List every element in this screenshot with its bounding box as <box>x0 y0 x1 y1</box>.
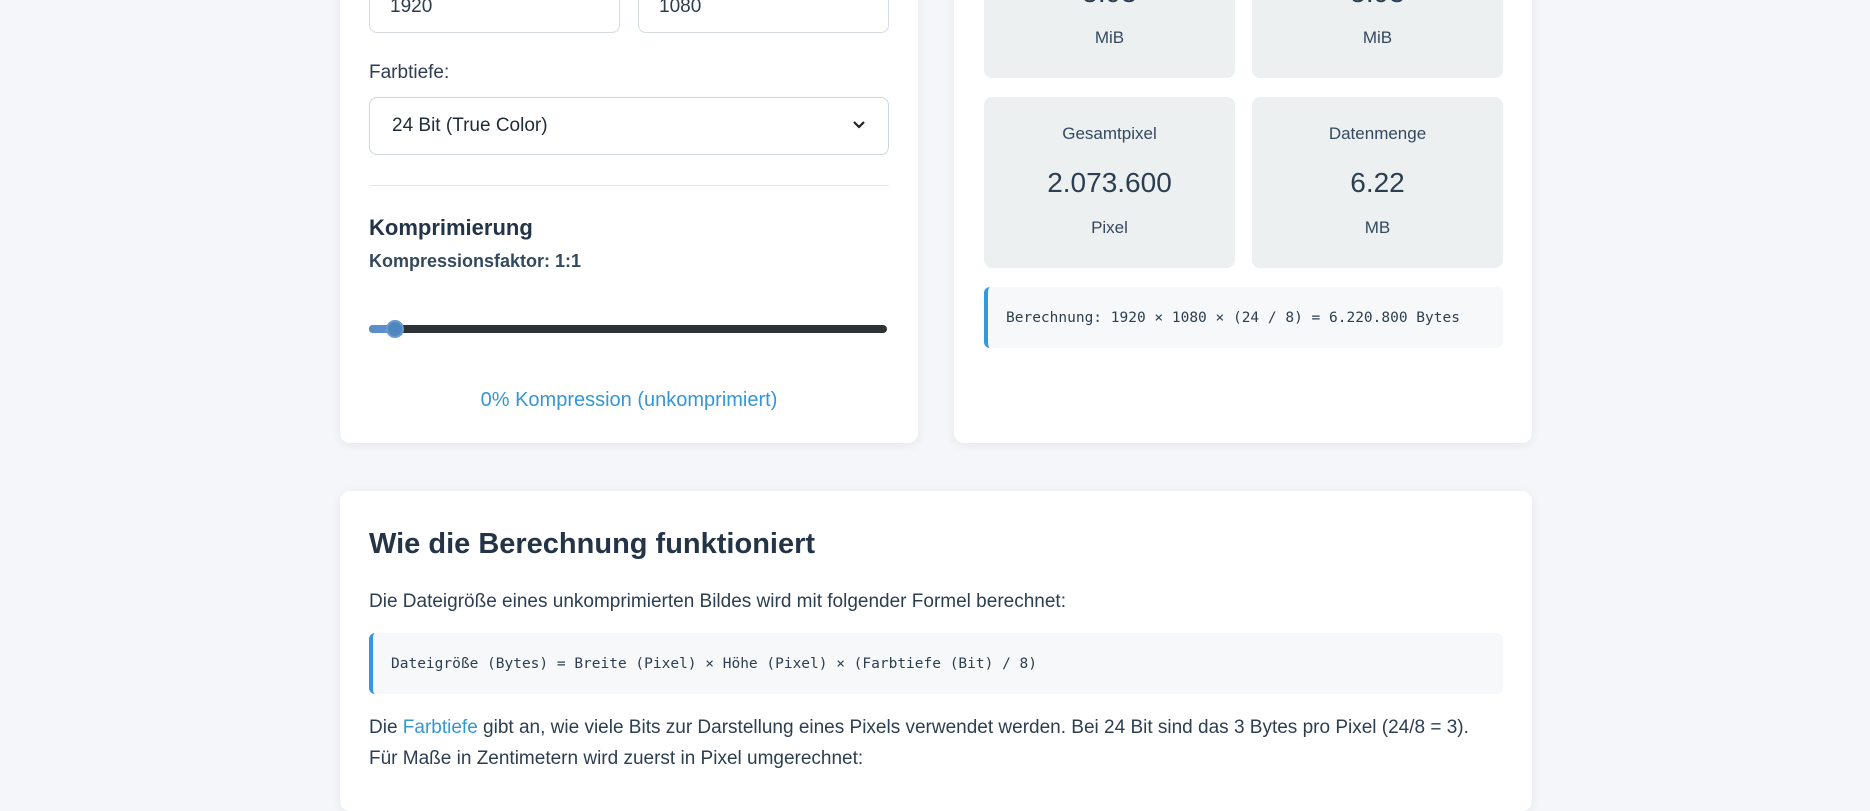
compression-status: 0% Kompression (unkomprimiert) <box>480 389 778 411</box>
result-label: Gesamtpixel <box>1062 124 1157 143</box>
result-unit: Pixel <box>1091 218 1128 237</box>
paragraph-text: Die <box>369 717 403 738</box>
color-depth-selected: 24 Bit (True Color) <box>392 115 548 136</box>
slider-track <box>369 325 887 333</box>
explanation-paragraph-cm: Für Maße in Zentimetern wird zuerst in P… <box>369 748 864 769</box>
divider <box>369 185 889 186</box>
result-box-data-size: Datenmenge 6.22 MB <box>1252 97 1503 268</box>
paragraph-text: gibt an, wie viele Bits zur Darstellung … <box>477 717 1469 738</box>
result-box-size-b: 5.93 MiB <box>1252 0 1503 78</box>
height-input[interactable]: 1080 <box>638 0 889 33</box>
explanation-title: Wie die Berechnung funktioniert <box>369 528 816 560</box>
slider-thumb[interactable] <box>385 320 404 338</box>
width-value: 1920 <box>390 0 433 17</box>
calculation-text: Berechnung: 1920 × 1080 × (24 / 8) = 6.2… <box>1006 309 1460 326</box>
result-unit: MiB <box>1094 28 1125 47</box>
result-value: 6.22 <box>1350 167 1405 198</box>
chevron-down-icon <box>852 117 866 135</box>
height-value: 1080 <box>659 0 702 17</box>
explanation-paragraph: Die Farbtiefe gibt an, wie viele Bits zu… <box>369 717 1469 739</box>
color-depth-label: Farbtiefe: <box>369 62 450 83</box>
result-value: 5.93 <box>1252 0 1503 9</box>
result-label: Datenmenge <box>1328 124 1427 143</box>
result-unit: MiB <box>1362 28 1393 47</box>
formula-text: Dateigröße (Bytes) = Breite (Pixel) × Hö… <box>391 655 1038 672</box>
compression-heading: Komprimierung <box>369 215 533 240</box>
result-box-total-pixels: Gesamtpixel 2.073.600 Pixel <box>984 97 1235 268</box>
width-input[interactable]: 1920 <box>369 0 620 33</box>
color-depth-select[interactable]: 24 Bit (True Color) <box>369 97 889 155</box>
calculation-box: Berechnung: 1920 × 1080 × (24 / 8) = 6.2… <box>984 287 1503 348</box>
compression-factor-label: Kompressionsfaktor: 1:1 <box>369 251 582 271</box>
color-depth-link[interactable]: Farbtiefe <box>403 717 478 738</box>
result-box-size-a: 5.93 MiB <box>984 0 1235 78</box>
formula-box: Dateigröße (Bytes) = Breite (Pixel) × Hö… <box>369 633 1503 694</box>
explanation-intro: Die Dateigröße eines unkomprimierten Bil… <box>369 591 1066 612</box>
result-unit: MB <box>1364 218 1391 237</box>
result-value: 5.93 <box>984 0 1235 9</box>
result-value: 2.073.600 <box>1047 167 1172 198</box>
